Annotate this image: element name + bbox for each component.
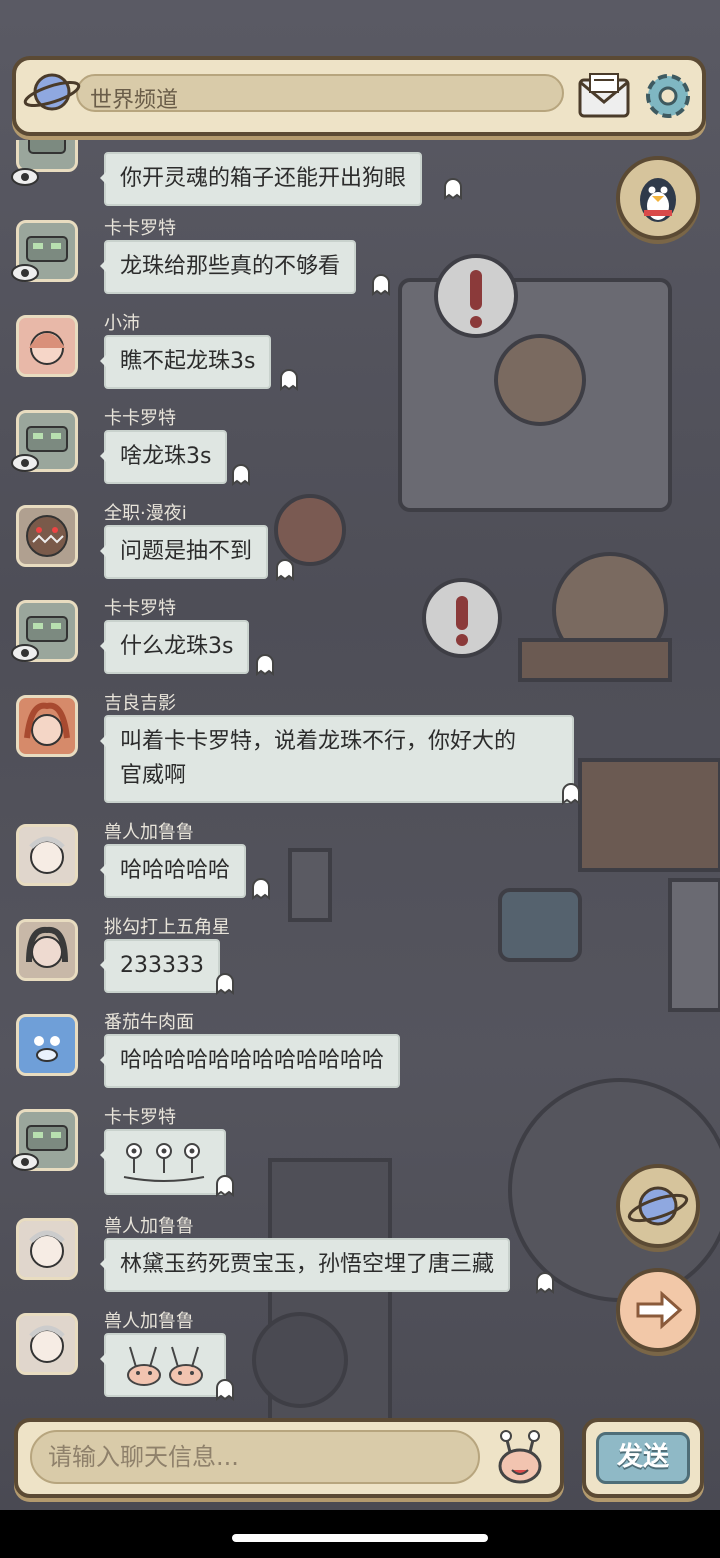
send-button[interactable]: 发送 (596, 1432, 690, 1484)
avatar[interactable] (16, 315, 78, 377)
sender-name[interactable]: 兽人加鲁鲁 (104, 1307, 194, 1333)
avatar[interactable] (16, 919, 78, 981)
sender-name[interactable]: 全职·漫夜i (104, 499, 187, 525)
arrow-right-icon (636, 1290, 683, 1330)
message-text: 哈哈哈哈哈哈哈哈哈哈哈哈 (120, 1048, 385, 1073)
sender-name[interactable]: 卡卡罗特 (104, 404, 176, 430)
eye-icon (11, 168, 39, 186)
avatar[interactable] (16, 695, 78, 757)
ghost-icon (256, 654, 274, 676)
message-bubble: 叫着卡卡罗特，说着龙珠不行，你好大的 官威啊 (100, 715, 574, 803)
forward-button[interactable] (616, 1268, 700, 1352)
message-bubble: 哈哈哈哈哈 (99, 844, 247, 898)
message-bubble: 啥龙珠3s (99, 430, 228, 484)
home-bar (0, 1510, 720, 1558)
channel-title: 世界频道 (90, 88, 179, 113)
sender-name[interactable]: 小沛 (104, 309, 140, 335)
ghost-icon (216, 973, 234, 995)
message-text: 什么龙珠3s (120, 634, 234, 659)
ghost-icon (444, 178, 462, 200)
planet-icon (23, 73, 81, 111)
ghost-icon (562, 783, 580, 805)
ghost-icon (252, 878, 270, 900)
avatar[interactable] (16, 1218, 78, 1280)
ghost-icon (280, 369, 298, 391)
message-text: 龙珠给那些真的不够看 (120, 254, 341, 279)
sender-name[interactable]: 卡卡罗特 (104, 214, 176, 240)
penguin-button[interactable] (616, 156, 700, 240)
message-bubble (100, 1129, 226, 1195)
mail-icon[interactable] (576, 70, 632, 122)
input-panel (14, 1418, 564, 1498)
message-bubble: 瞧不起龙珠3s (99, 335, 272, 389)
sender-name[interactable]: 卡卡罗特 (104, 1103, 176, 1129)
gear-icon[interactable] (640, 68, 696, 124)
sender-name[interactable]: 兽人加鲁鲁 (104, 818, 194, 844)
avatar[interactable] (16, 824, 78, 886)
message-text: 瞧不起龙珠3s (120, 349, 256, 374)
sender-name[interactable]: 吉良吉影 (104, 689, 176, 715)
avatar[interactable] (16, 1014, 78, 1076)
message-text-line: 叫着卡卡罗特，说着龙珠不行，你好大的 (120, 729, 517, 754)
eye-icon (11, 1153, 39, 1171)
eye-icon (11, 264, 39, 282)
message-bubble: 哈哈哈哈哈哈哈哈哈哈哈哈 (99, 1034, 401, 1088)
sender-name[interactable]: 挑勾打上五角星 (104, 913, 230, 939)
world-icon (627, 1186, 689, 1226)
eye-icon (11, 454, 39, 472)
message-bubble (100, 1333, 226, 1397)
send-panel: 发送 (582, 1418, 704, 1498)
sender-name[interactable]: 番茄牛肉面 (104, 1008, 194, 1034)
ghost-icon (536, 1272, 554, 1294)
message-text-line: 官威啊 (120, 763, 187, 788)
message-text: 233333 (120, 953, 204, 978)
chat-header: 世界频道 (12, 56, 706, 136)
world-channel-button[interactable] (616, 1164, 700, 1248)
home-indicator[interactable] (232, 1534, 488, 1542)
message-bubble: 龙珠给那些真的不够看 (99, 240, 357, 294)
message-bubble: 你开灵魂的箱子还能开出狗眼 (99, 152, 423, 206)
ghost-icon (216, 1175, 234, 1197)
avatar[interactable] (16, 1313, 78, 1375)
sender-name[interactable]: 兽人加鲁鲁 (104, 1212, 194, 1238)
ghost-icon (232, 464, 250, 486)
sender-name[interactable]: 卡卡罗特 (104, 594, 176, 620)
message-text: 问题是抽不到 (120, 539, 253, 564)
message-bubble: 林黛玉药死贾宝玉，孙悟空埋了唐三藏 (99, 1238, 511, 1292)
eye-stalks-sticker (123, 1143, 205, 1182)
ghost-icon (276, 559, 294, 581)
avatar[interactable] (16, 505, 78, 567)
ghost-icon (216, 1379, 234, 1401)
chat-input[interactable] (30, 1430, 480, 1484)
channel-pill[interactable]: 世界频道 (76, 74, 564, 113)
message-bubble: 233333 (100, 939, 220, 993)
penguin-icon (640, 178, 676, 222)
message-text: 你开灵魂的箱子还能开出狗眼 (120, 166, 407, 191)
ghost-icon (372, 274, 390, 296)
message-bubble: 什么龙珠3s (99, 620, 250, 674)
message-bubble: 问题是抽不到 (99, 525, 269, 579)
eye-icon (11, 644, 39, 662)
emoji-icon[interactable] (492, 1428, 548, 1488)
message-text: 啥龙珠3s (120, 444, 212, 469)
bunny-faces-sticker (127, 1346, 203, 1386)
message-list[interactable]: 你开灵魂的箱子还能开出狗眼 卡卡罗特 龙珠给那些真的不够看 小沛 瞧不起龙珠3s… (0, 140, 600, 1408)
message-text: 哈哈哈哈哈 (120, 858, 231, 883)
message-text: 林黛玉药死贾宝玉，孙悟空埋了唐三藏 (120, 1252, 495, 1277)
